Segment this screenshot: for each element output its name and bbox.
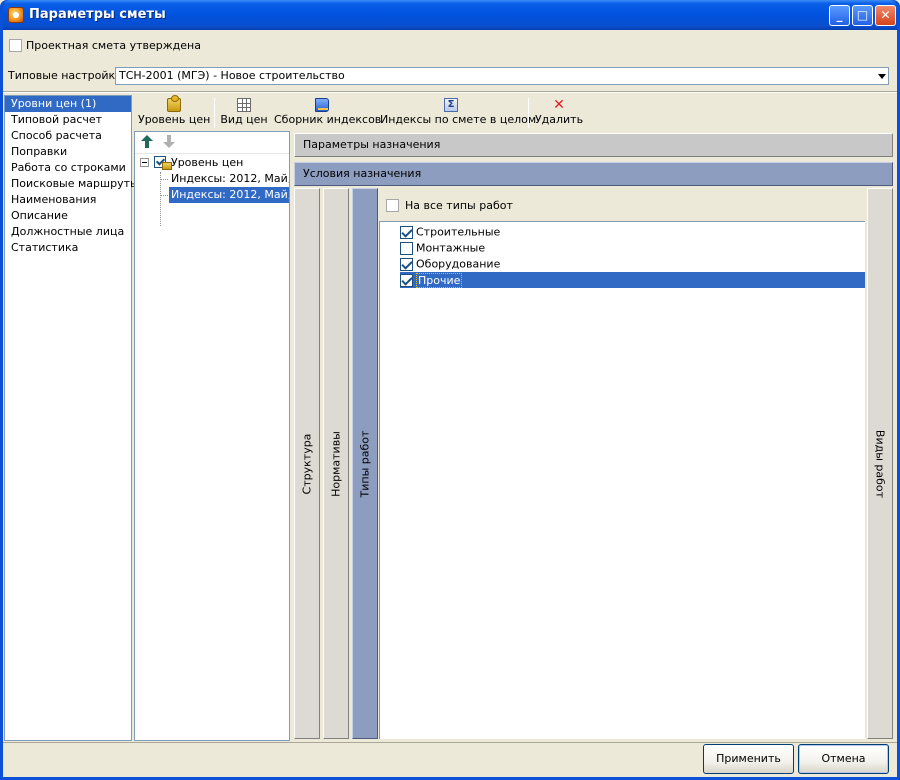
- work-type-label: Прочие: [416, 272, 463, 288]
- list-item[interactable]: Оборудование: [400, 256, 500, 272]
- book-icon: [315, 98, 329, 112]
- approved-label: Проектная смета утверждена: [26, 38, 201, 52]
- dialog-client: Проектная смета утверждена Типовые настр…: [3, 30, 897, 777]
- price-levels-toolbar: Уровень цен Вид цен Сборник индексов Σ И…: [134, 95, 537, 130]
- index-book-label: Сборник индексов: [274, 113, 382, 126]
- all-work-types-checkbox[interactable]: [386, 198, 399, 212]
- tab-work-kinds[interactable]: Виды работ: [867, 188, 893, 739]
- all-work-types-row[interactable]: На все типы работ: [386, 198, 513, 212]
- work-type-label: Строительные: [416, 225, 501, 239]
- index-total-button[interactable]: Σ Индексы по смете в целом: [380, 98, 537, 130]
- tab-structure[interactable]: Структура: [294, 188, 320, 739]
- separator: [3, 91, 897, 93]
- assignment-panel: Параметры назначения Условия назначения …: [292, 131, 895, 741]
- toolbar-separator: [528, 98, 529, 128]
- approved-checkbox-row[interactable]: Проектная смета утверждена: [9, 38, 201, 52]
- nav-item-names[interactable]: Наименования: [5, 192, 131, 208]
- price-levels-tree[interactable]: Уровень цен Индексы: 2012, Май, ТСН Инде…: [134, 131, 290, 741]
- maximize-button[interactable]: □: [852, 5, 873, 26]
- nav-item-typical-calc[interactable]: Типовой расчет: [5, 112, 131, 128]
- separator: [3, 742, 897, 743]
- coins-icon: [167, 95, 181, 112]
- grid-icon: [237, 98, 251, 112]
- apply-button[interactable]: Применить: [703, 744, 794, 774]
- list-item[interactable]: Прочие: [400, 272, 865, 288]
- params-band[interactable]: Параметры назначения: [294, 133, 893, 157]
- tab-work-kinds-label: Виды работ: [873, 429, 887, 498]
- conditions-band[interactable]: Условия назначения: [294, 162, 893, 186]
- nav-item-rows[interactable]: Работа со строками: [5, 160, 131, 176]
- list-item[interactable]: Строительные: [400, 224, 500, 240]
- tab-structure-label: Структура: [300, 433, 314, 494]
- work-type-label: Оборудование: [416, 257, 501, 271]
- chevron-down-icon[interactable]: [878, 74, 886, 79]
- index-total-label: Индексы по смете в целом: [380, 113, 537, 126]
- tab-work-types-label: Типы работ: [358, 430, 372, 497]
- nav-item-statistics[interactable]: Статистика: [5, 240, 131, 256]
- index-book-button[interactable]: Сборник индексов: [274, 98, 382, 130]
- nav-item-corrections[interactable]: Поправки: [5, 144, 131, 160]
- close-button[interactable]: ✕: [875, 5, 896, 26]
- nav-item-calc-method[interactable]: Способ расчета: [5, 128, 131, 144]
- typical-settings-value: ТСН-2001 (МГЭ) - Новое строительство: [119, 69, 345, 82]
- work-type-label: Монтажные: [416, 241, 486, 255]
- nav-item-price-levels[interactable]: Уровни цен (1): [5, 96, 131, 112]
- tree-line: [160, 179, 168, 180]
- work-types-list[interactable]: Строительные Монтажные Оборудование Проч…: [379, 221, 865, 739]
- work-types-content: На все типы работ Строительные Монтажные…: [379, 188, 865, 739]
- tree-move-buttons: [135, 132, 289, 154]
- window-title: Параметры сметы: [29, 7, 166, 22]
- app-icon: [8, 7, 24, 23]
- tab-norms[interactable]: Нормативы: [323, 188, 349, 739]
- nav-item-description[interactable]: Описание: [5, 208, 131, 224]
- toolbar-separator: [214, 98, 215, 128]
- work-type-checkbox[interactable]: [400, 225, 413, 239]
- collapse-icon[interactable]: [140, 158, 149, 167]
- tree-node-root[interactable]: Уровень цен: [171, 155, 243, 171]
- tree-line: [160, 195, 168, 196]
- work-type-checkbox[interactable]: [400, 257, 413, 271]
- delete-button[interactable]: ✕ Удалить: [533, 98, 585, 130]
- nav-item-officials[interactable]: Должностные лица: [5, 224, 131, 240]
- nav-item-search-routes[interactable]: Поисковые маршруты: [5, 176, 139, 192]
- tree-line: [160, 172, 161, 226]
- typical-settings-select[interactable]: ТСН-2001 (МГЭ) - Новое строительство: [115, 67, 889, 85]
- minimize-button[interactable]: _: [829, 5, 850, 26]
- price-view-button[interactable]: Вид цен: [219, 98, 269, 130]
- delete-label: Удалить: [534, 113, 584, 126]
- cancel-button[interactable]: Отмена: [798, 744, 889, 774]
- tab-norms-label: Нормативы: [329, 430, 343, 497]
- work-type-checkbox[interactable]: [400, 241, 413, 255]
- arrow-down-icon[interactable]: [163, 135, 175, 149]
- sigma-icon: Σ: [444, 98, 458, 112]
- work-type-checkbox[interactable]: [400, 273, 413, 287]
- tree-node-index-1[interactable]: Индексы: 2012, Май, ТСН: [171, 171, 289, 187]
- title-bar[interactable]: Параметры сметы _ □ ✕: [3, 0, 897, 30]
- list-item[interactable]: Монтажные: [400, 240, 485, 256]
- all-work-types-label: На все типы работ: [405, 198, 513, 212]
- price-view-label: Вид цен: [220, 113, 268, 126]
- arrow-up-icon[interactable]: [141, 135, 153, 149]
- price-level-button[interactable]: Уровень цен: [138, 95, 211, 130]
- typical-settings-label: Типовые настройки:: [8, 69, 126, 82]
- price-level-label: Уровень цен: [138, 113, 211, 126]
- tree-node-index-2[interactable]: Индексы: 2012, Май, ТСН: [169, 187, 289, 203]
- delete-icon: ✕: [553, 97, 565, 113]
- dialog-window: Параметры сметы _ □ ✕ Проектная смета ут…: [0, 0, 900, 780]
- settings-nav-list[interactable]: Уровни цен (1) Типовой расчет Способ рас…: [4, 95, 139, 741]
- tab-work-types[interactable]: Типы работ: [352, 188, 378, 739]
- approved-checkbox[interactable]: [9, 38, 22, 52]
